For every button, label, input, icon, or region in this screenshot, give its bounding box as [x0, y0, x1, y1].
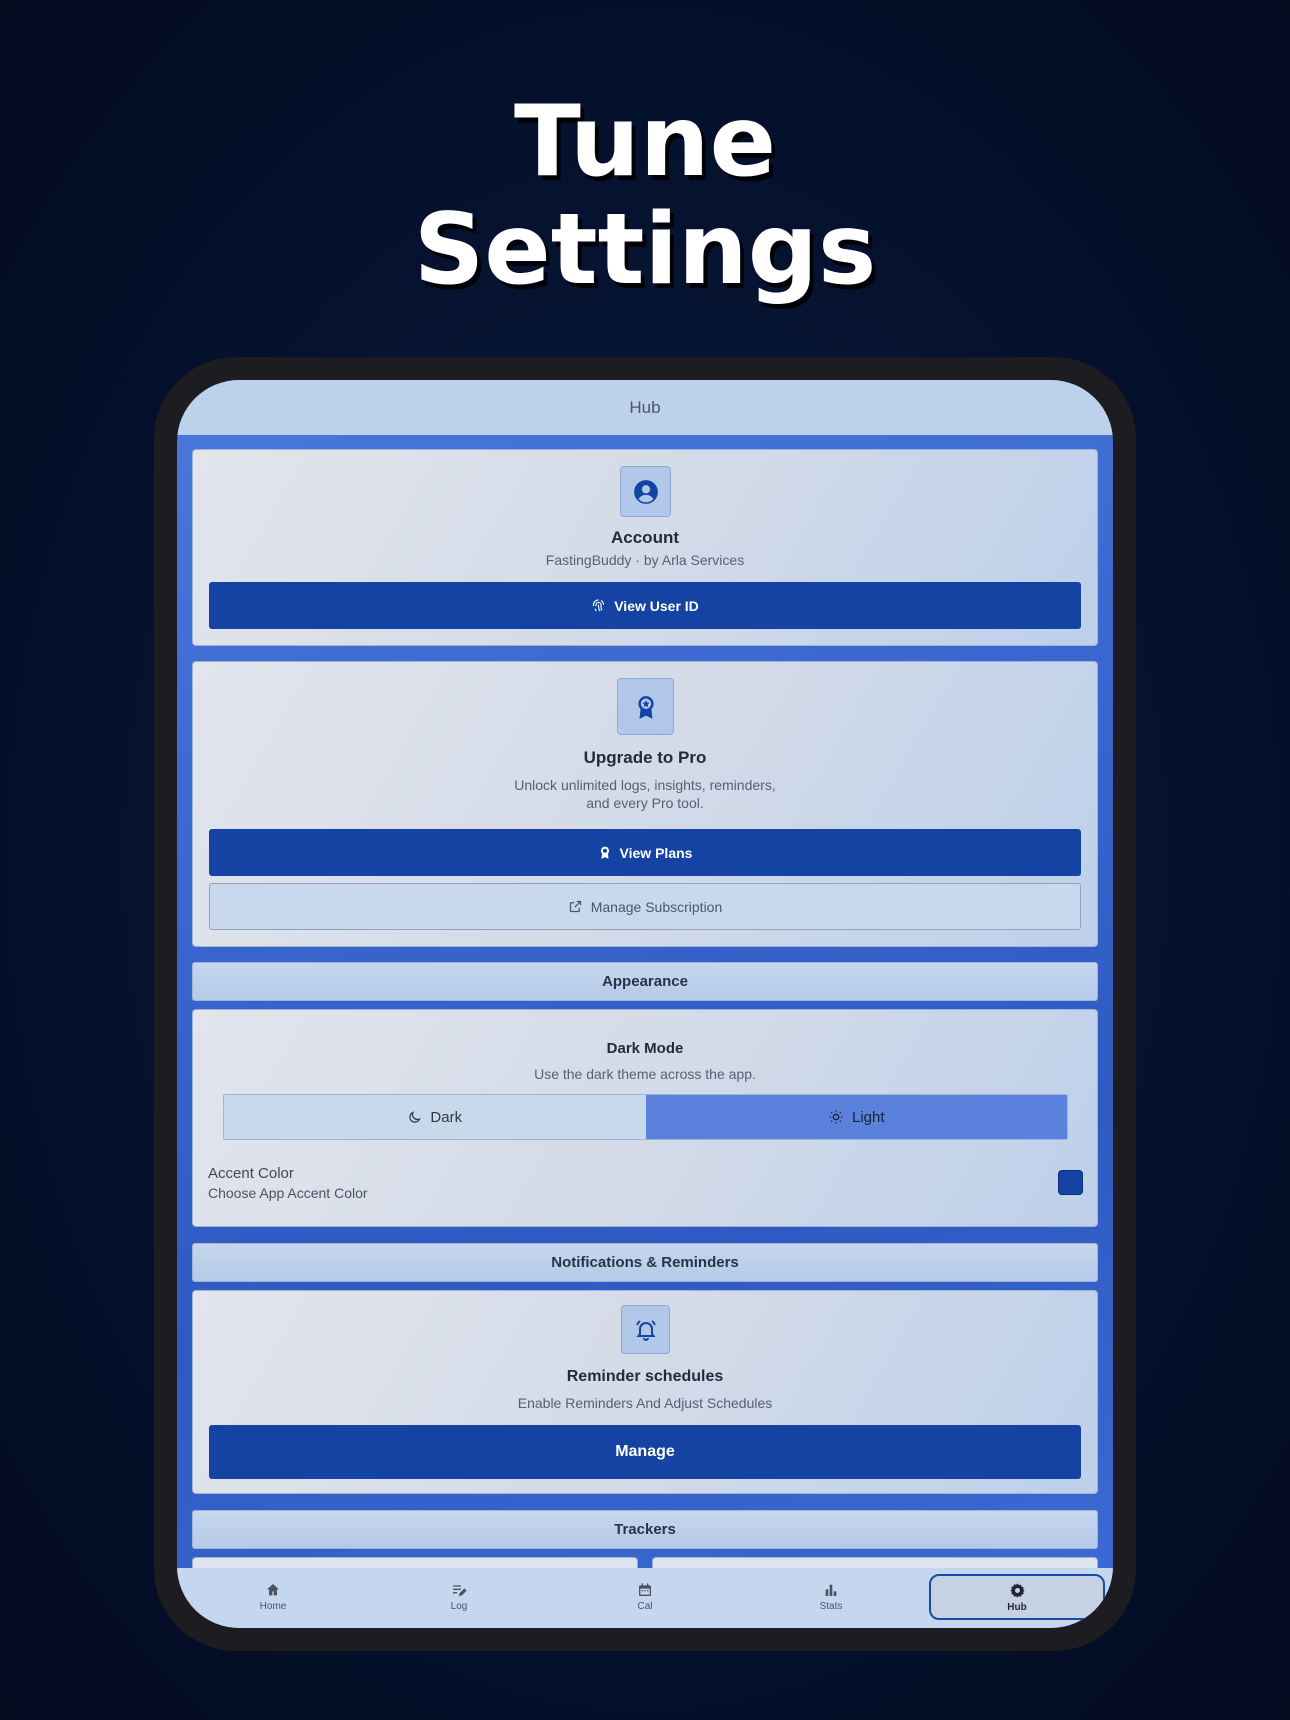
appearance-card: Dark Mode Use the dark theme across the …: [192, 1009, 1098, 1227]
nav-item-home[interactable]: Home: [203, 1574, 343, 1620]
accent-color-swatch[interactable]: [1058, 1170, 1083, 1195]
gear-icon: [1009, 1582, 1025, 1598]
app-screen: Hub Account FastingBuddy · by Arla Servi…: [177, 380, 1113, 1628]
manage-reminders-button[interactable]: Manage: [209, 1425, 1081, 1479]
account-circle-icon: [620, 466, 671, 517]
bell-ring-icon: [621, 1305, 670, 1354]
fingerprint-icon: [593, 599, 605, 612]
award-icon: [600, 846, 609, 859]
nav-item-log[interactable]: Log: [389, 1574, 529, 1620]
bottom-nav: Home Log Cal Stats Hub: [177, 1568, 1113, 1628]
accent-color-desc: Choose App Accent Color: [208, 1185, 368, 1201]
nav-label-hub: Hub: [1007, 1601, 1027, 1613]
view-plans-button[interactable]: View Plans: [209, 829, 1081, 876]
app-bar: Hub: [177, 380, 1113, 435]
reminder-card: Reminder schedules Enable Reminders And …: [192, 1290, 1098, 1494]
calendar-icon: [639, 1583, 651, 1596]
award-ribbon-icon: [617, 678, 674, 735]
account-title: Account: [611, 528, 679, 547]
tablet-frame: Hub Account FastingBuddy · by Arla Servi…: [154, 357, 1136, 1651]
moon-icon: [409, 1110, 422, 1123]
manage-subscription-button[interactable]: Manage Subscription: [209, 883, 1081, 930]
theme-option-light[interactable]: Light: [645, 1095, 1067, 1139]
upgrade-card: Upgrade to Pro Unlock unlimited logs, in…: [192, 661, 1098, 947]
account-card: Account FastingBuddy · by Arla Services …: [192, 449, 1098, 646]
section-header-trackers: Trackers: [192, 1510, 1098, 1549]
headline: Tune Settings: [0, 88, 1290, 304]
nav-item-stats[interactable]: Stats: [761, 1574, 901, 1620]
headline-line-2: Settings: [413, 193, 877, 307]
nav-label-stats: Stats: [819, 1601, 843, 1612]
nav-label-log: Log: [450, 1601, 468, 1612]
log-edit-icon: [453, 1585, 467, 1597]
dark-mode-desc: Use the dark theme across the app.: [534, 1066, 756, 1082]
section-header-appearance: Appearance: [192, 962, 1098, 1001]
nav-label-cal: Cal: [637, 1601, 653, 1612]
theme-light-label: Light: [851, 1108, 885, 1126]
account-subtitle: FastingBuddy · by Arla Services: [545, 552, 745, 568]
notifications-section-label: Notifications & Reminders: [551, 1254, 739, 1271]
nav-item-cal[interactable]: Cal: [575, 1574, 715, 1620]
home-icon: [267, 1584, 279, 1596]
theme-segmented-control: Dark Light: [223, 1094, 1068, 1140]
sun-icon: [829, 1110, 843, 1124]
dark-mode-title: Dark Mode: [606, 1040, 684, 1057]
view-user-id-button[interactable]: View User ID: [209, 582, 1081, 629]
bar-chart-icon: [825, 1584, 837, 1596]
upgrade-title: Upgrade to Pro: [583, 748, 707, 767]
upgrade-desc-line-1: Unlock unlimited logs, insights, reminde…: [514, 777, 776, 793]
upgrade-desc-line-2: and every Pro tool.: [586, 795, 704, 811]
headline-line-1: Tune: [513, 85, 777, 199]
appearance-section-label: Appearance: [602, 973, 688, 990]
view-user-id-label: View User ID: [614, 597, 699, 614]
reminder-title: Reminder schedules: [566, 1368, 724, 1385]
theme-dark-label: Dark: [430, 1108, 463, 1126]
nav-label-home: Home: [259, 1601, 287, 1612]
section-header-notifications: Notifications & Reminders: [192, 1243, 1098, 1282]
manage-subscription-label: Manage Subscription: [590, 898, 723, 915]
reminder-desc: Enable Reminders And Adjust Schedules: [517, 1395, 773, 1411]
accent-color-title: Accent Color: [208, 1165, 294, 1182]
trackers-section-label: Trackers: [614, 1521, 676, 1538]
nav-item-hub[interactable]: Hub: [929, 1574, 1105, 1620]
app-bar-title: Hub: [629, 397, 661, 417]
theme-option-dark[interactable]: Dark: [224, 1095, 646, 1139]
view-plans-label: View Plans: [619, 844, 693, 861]
manage-reminders-label: Manage: [615, 1443, 675, 1460]
external-link-icon: [569, 900, 581, 913]
